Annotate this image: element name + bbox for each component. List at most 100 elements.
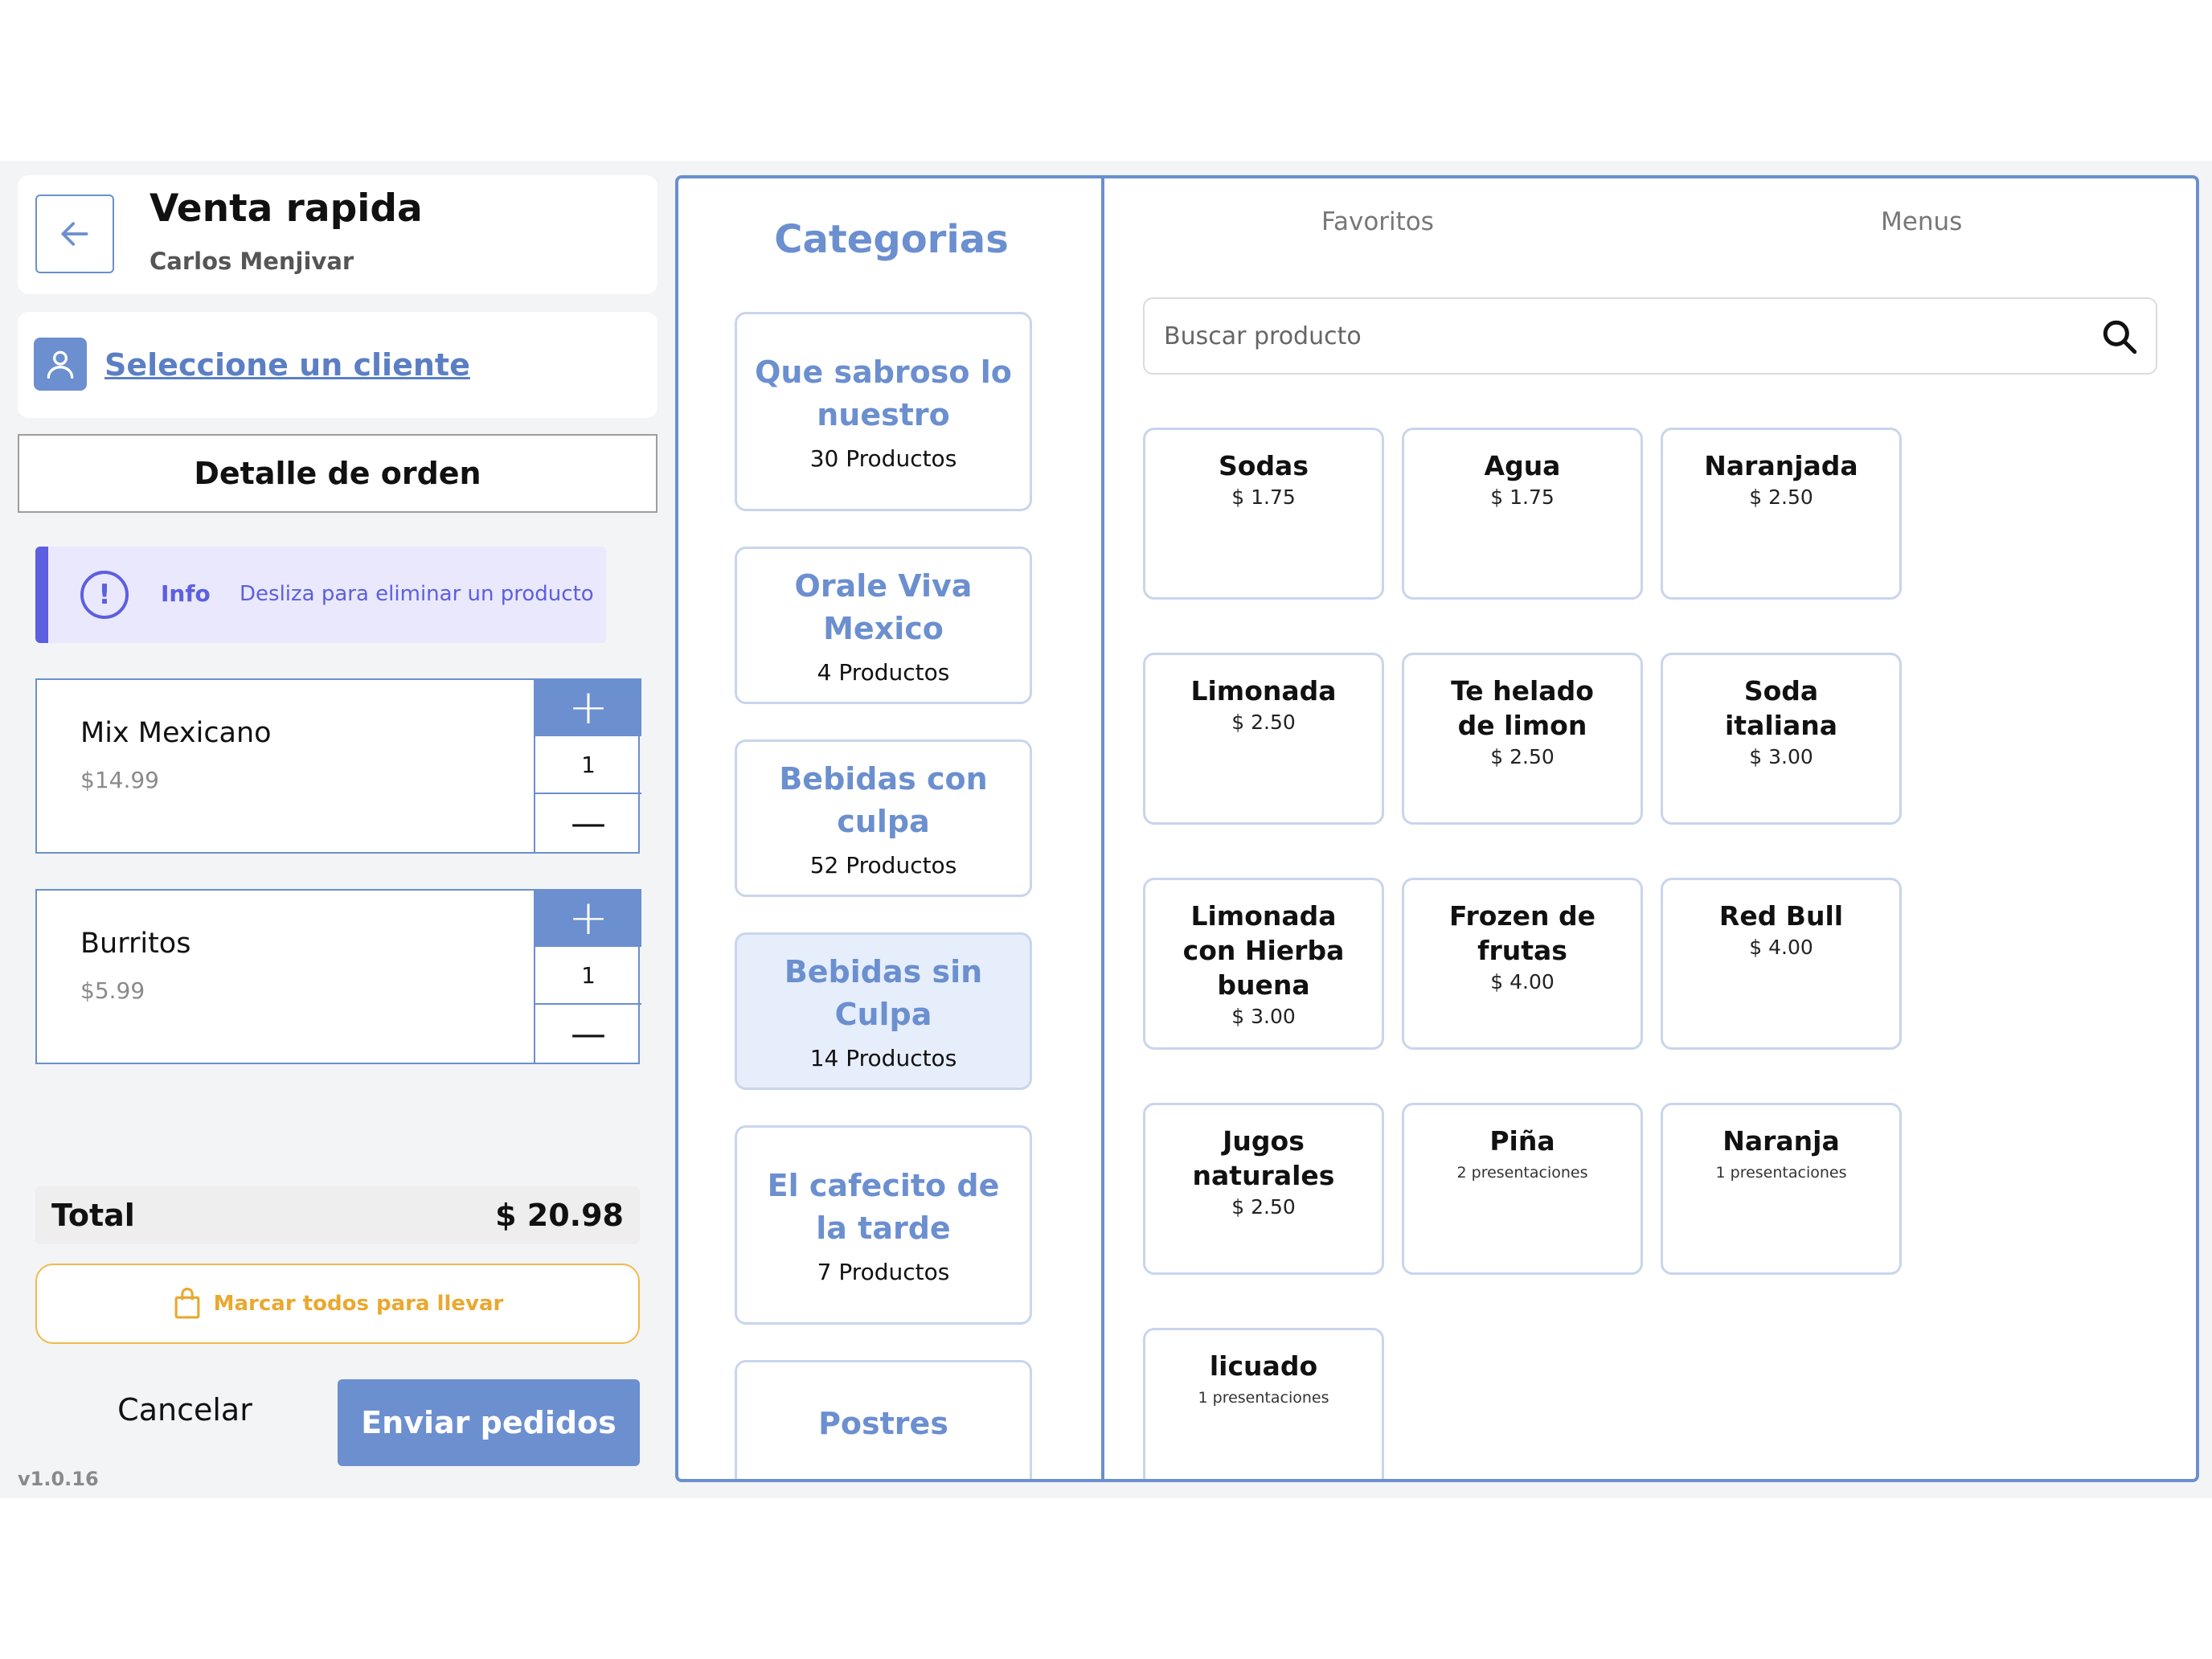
product-card[interactable]: Frozen de frutas $ 4.00: [1402, 878, 1643, 1050]
category-name: Orale Viva Mexico: [794, 568, 973, 646]
category-count: 14 Productos: [809, 1044, 957, 1071]
minus-icon: —: [571, 802, 606, 844]
product-card[interactable]: Limonada $ 2.50: [1143, 653, 1384, 825]
product-card[interactable]: Jugos naturales $ 2.50: [1143, 1103, 1384, 1275]
product-card[interactable]: Soda italiana $ 3.00: [1661, 653, 1902, 825]
search-input[interactable]: [1164, 313, 2064, 358]
search-icon[interactable]: [2099, 317, 2140, 357]
product-card[interactable]: Agua $ 1.75: [1402, 428, 1643, 600]
product-name: Te helado de limon: [1451, 675, 1594, 741]
product-price: $ 2.50: [1749, 485, 1813, 509]
product-price: $ 1.75: [1490, 485, 1555, 509]
category-name: Bebidas con culpa: [779, 761, 988, 839]
version-label: v1.0.16: [18, 1468, 99, 1490]
product-name: Agua: [1484, 450, 1561, 481]
user-name: Carlos Menjivar: [150, 248, 354, 275]
catalog-panel: Categorias Que sabroso lo nuestro 30 Pro…: [675, 175, 2199, 1482]
send-orders-button[interactable]: Enviar pedidos: [338, 1379, 640, 1466]
product-price: $ 4.00: [1749, 935, 1813, 959]
tab-menus[interactable]: Menus: [1881, 207, 1962, 236]
category-item[interactable]: El cafecito de la tarde 7 Productos: [735, 1125, 1032, 1325]
product-name: Limonada: [1190, 675, 1337, 707]
product-price: $ 2.50: [1231, 710, 1296, 734]
product-price: $ 2.50: [1231, 1194, 1296, 1219]
product-name: Red Bull: [1718, 900, 1844, 932]
product-name: Sodas: [1219, 450, 1309, 481]
product-name: Piña: [1489, 1125, 1555, 1157]
category-item[interactable]: Bebidas con culpa 52 Productos: [735, 739, 1032, 897]
category-count: 52 Productos: [809, 851, 957, 879]
category-count: 7 Productos: [817, 1258, 950, 1285]
increase-quantity-button[interactable]: +: [535, 678, 641, 736]
product-name: Jugos naturales: [1192, 1125, 1335, 1191]
arrow-left-icon: [61, 222, 88, 246]
categories-title: Categorias: [774, 217, 1009, 262]
product-price: $ 3.00: [1231, 1004, 1296, 1028]
category-name: Que sabroso lo nuestro: [755, 354, 1012, 432]
product-price: $ 1.75: [1231, 485, 1296, 509]
order-item[interactable]: Burritos $5.99 + 1 —: [35, 889, 641, 1064]
product-name: licuado: [1209, 1350, 1318, 1382]
product-presentations: 2 presentaciones: [1456, 1163, 1588, 1182]
mark-all-takeaway-button[interactable]: Marcar todos para llevar: [35, 1264, 640, 1344]
quantity-value: 1: [535, 736, 641, 794]
order-item-price: $14.99: [80, 767, 159, 793]
product-card[interactable]: Sodas $ 1.75: [1143, 428, 1384, 600]
total-label: Total: [51, 1198, 135, 1233]
product-name: Soda italiana: [1724, 675, 1837, 741]
quantity-stepper: + 1 —: [534, 678, 641, 854]
categories-column[interactable]: Categorias Que sabroso lo nuestro 30 Pro…: [678, 178, 1104, 1479]
info-banner: ! Info Desliza para eliminar un producto: [35, 547, 606, 643]
client-card: Seleccione un cliente: [18, 312, 657, 418]
cancel-button[interactable]: Cancelar: [88, 1366, 281, 1453]
total-bar: Total $ 20.98: [35, 1186, 640, 1244]
category-item-selected[interactable]: Bebidas sin Culpa 14 Productos: [735, 932, 1032, 1090]
product-name: Frozen de frutas: [1449, 900, 1596, 966]
takeaway-label: Marcar todos para llevar: [213, 1292, 504, 1316]
select-client-link[interactable]: Seleccione un cliente: [104, 347, 470, 383]
total-value: $ 20.98: [495, 1198, 624, 1233]
category-name: Bebidas sin Culpa: [784, 954, 983, 1032]
order-item-name: Burritos: [80, 928, 191, 960]
page-title: Venta rapida: [150, 186, 423, 231]
order-item[interactable]: Mix Mexicano $14.99 + 1 —: [35, 678, 641, 854]
product-presentations: 1 presentaciones: [1715, 1163, 1847, 1182]
decrease-quantity-button[interactable]: —: [535, 1005, 641, 1063]
plus-icon: +: [567, 679, 609, 735]
decrease-quantity-button[interactable]: —: [535, 794, 641, 852]
product-name: Naranjada: [1704, 450, 1858, 481]
product-card[interactable]: Te helado de limon $ 2.50: [1402, 653, 1643, 825]
quantity-stepper: + 1 —: [534, 889, 641, 1064]
increase-quantity-button[interactable]: +: [535, 889, 641, 947]
product-presentations: 1 presentaciones: [1198, 1388, 1329, 1407]
product-card[interactable]: Piña 2 presentaciones: [1402, 1103, 1643, 1275]
pos-app: Venta rapida Carlos Menjivar Seleccione …: [0, 161, 2212, 1498]
user-icon[interactable]: [34, 338, 87, 391]
product-name: Naranja: [1722, 1125, 1840, 1157]
product-card[interactable]: Limonada con Hierba buena $ 3.00: [1143, 878, 1384, 1050]
tab-favorites[interactable]: Favoritos: [1321, 207, 1434, 236]
product-card[interactable]: licuado 1 presentaciones: [1143, 1328, 1384, 1479]
products-column: Favoritos Menus Sodas $ 1.75 Agua $ 1.75…: [1108, 178, 2196, 1479]
info-text: Desliza para eliminar un producto: [240, 582, 594, 606]
product-price: $ 2.50: [1490, 744, 1555, 768]
shopping-bag-icon: [174, 1288, 200, 1319]
category-name: El cafecito de la tarde: [767, 1168, 1000, 1246]
quantity-value: 1: [535, 947, 641, 1005]
product-name: Limonada con Hierba buena: [1182, 900, 1345, 1001]
minus-icon: —: [571, 1013, 606, 1055]
product-card[interactable]: Naranja 1 presentaciones: [1661, 1103, 1902, 1275]
product-price: $ 3.00: [1749, 744, 1813, 768]
header-card: Venta rapida Carlos Menjivar: [18, 175, 657, 294]
info-label: Info: [161, 580, 211, 607]
product-card[interactable]: Naranjada $ 2.50: [1661, 428, 1902, 600]
order-item-name: Mix Mexicano: [80, 717, 272, 749]
category-item[interactable]: Postres: [735, 1360, 1032, 1479]
category-item[interactable]: Orale Viva Mexico 4 Productos: [735, 547, 1032, 704]
category-count: 4 Productos: [817, 658, 950, 686]
category-item[interactable]: Que sabroso lo nuestro 30 Productos: [735, 312, 1032, 511]
category-name: Postres: [818, 1406, 948, 1441]
product-price: $ 4.00: [1490, 969, 1555, 993]
back-button[interactable]: [35, 195, 114, 273]
product-card[interactable]: Red Bull $ 4.00: [1661, 878, 1902, 1050]
